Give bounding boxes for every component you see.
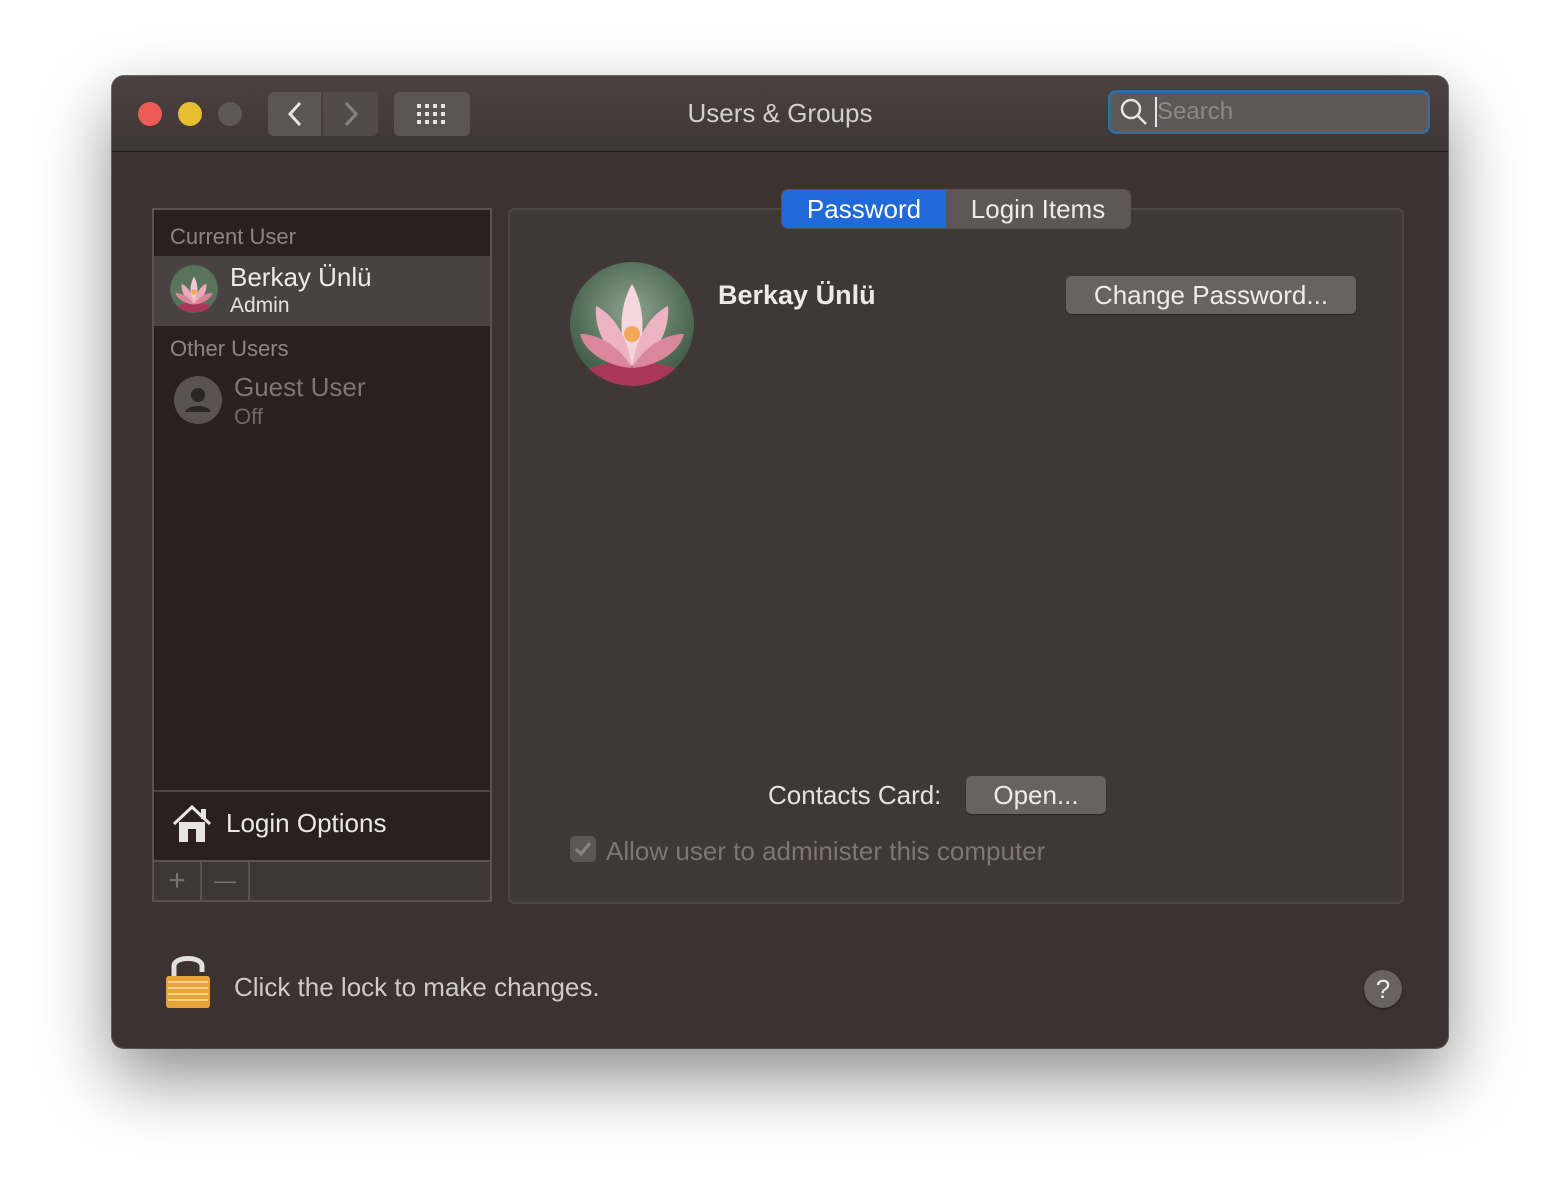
user-picture[interactable]	[570, 262, 694, 386]
contacts-card-label: Contacts Card:	[768, 780, 942, 810]
tab-bar: Password Login Items	[782, 190, 1130, 228]
allow-admin-checkbox[interactable]	[570, 836, 596, 862]
plus-icon: +	[168, 864, 186, 897]
person-icon	[185, 388, 211, 412]
tab-login-items[interactable]: Login Items	[946, 190, 1130, 228]
other-users-header: Other Users	[170, 336, 289, 361]
lotus-avatar-icon	[570, 262, 694, 386]
guest-user-status: Off	[234, 404, 263, 429]
current-user-role: Admin	[230, 294, 290, 317]
search-box[interactable]	[1108, 90, 1430, 134]
lock-status-text: Click the lock to make changes.	[234, 972, 600, 1002]
add-user-button[interactable]: +	[154, 862, 202, 900]
open-contacts-button[interactable]: Open...	[966, 776, 1106, 814]
lock-button[interactable]	[164, 950, 212, 1015]
minus-icon: —	[214, 868, 236, 893]
change-password-button[interactable]: Change Password...	[1066, 276, 1356, 314]
lock-icon	[166, 956, 210, 1008]
search-input[interactable]	[1155, 97, 1419, 127]
allow-admin-label: Allow user to administer this computer	[606, 836, 1046, 866]
checkmark-icon	[574, 842, 592, 857]
guest-user-name: Guest User	[234, 372, 366, 402]
users-groups-window: Users & Groups Current User	[112, 76, 1448, 1048]
remove-user-button[interactable]: —	[202, 862, 250, 900]
lotus-avatar-icon	[170, 265, 218, 313]
guest-avatar	[174, 376, 222, 424]
search-icon	[1120, 98, 1147, 125]
user-full-name: Berkay Ünlü	[718, 280, 876, 310]
title-bar: Users & Groups	[112, 76, 1448, 152]
users-sidebar: Current User Berkay Ünlü Admin Other Use…	[152, 208, 492, 902]
current-user-name: Berkay Ünlü	[230, 262, 372, 292]
avatar	[170, 265, 218, 313]
sidebar-item-current-user[interactable]: Berkay Ünlü Admin	[154, 256, 490, 326]
house-icon	[172, 804, 212, 842]
help-button[interactable]: ?	[1364, 970, 1402, 1008]
login-options-label: Login Options	[226, 808, 387, 838]
current-user-header: Current User	[170, 224, 296, 249]
sidebar-toolbar: + —	[154, 860, 490, 900]
tab-password[interactable]: Password	[782, 190, 946, 228]
login-options-item[interactable]: Login Options	[154, 790, 490, 860]
